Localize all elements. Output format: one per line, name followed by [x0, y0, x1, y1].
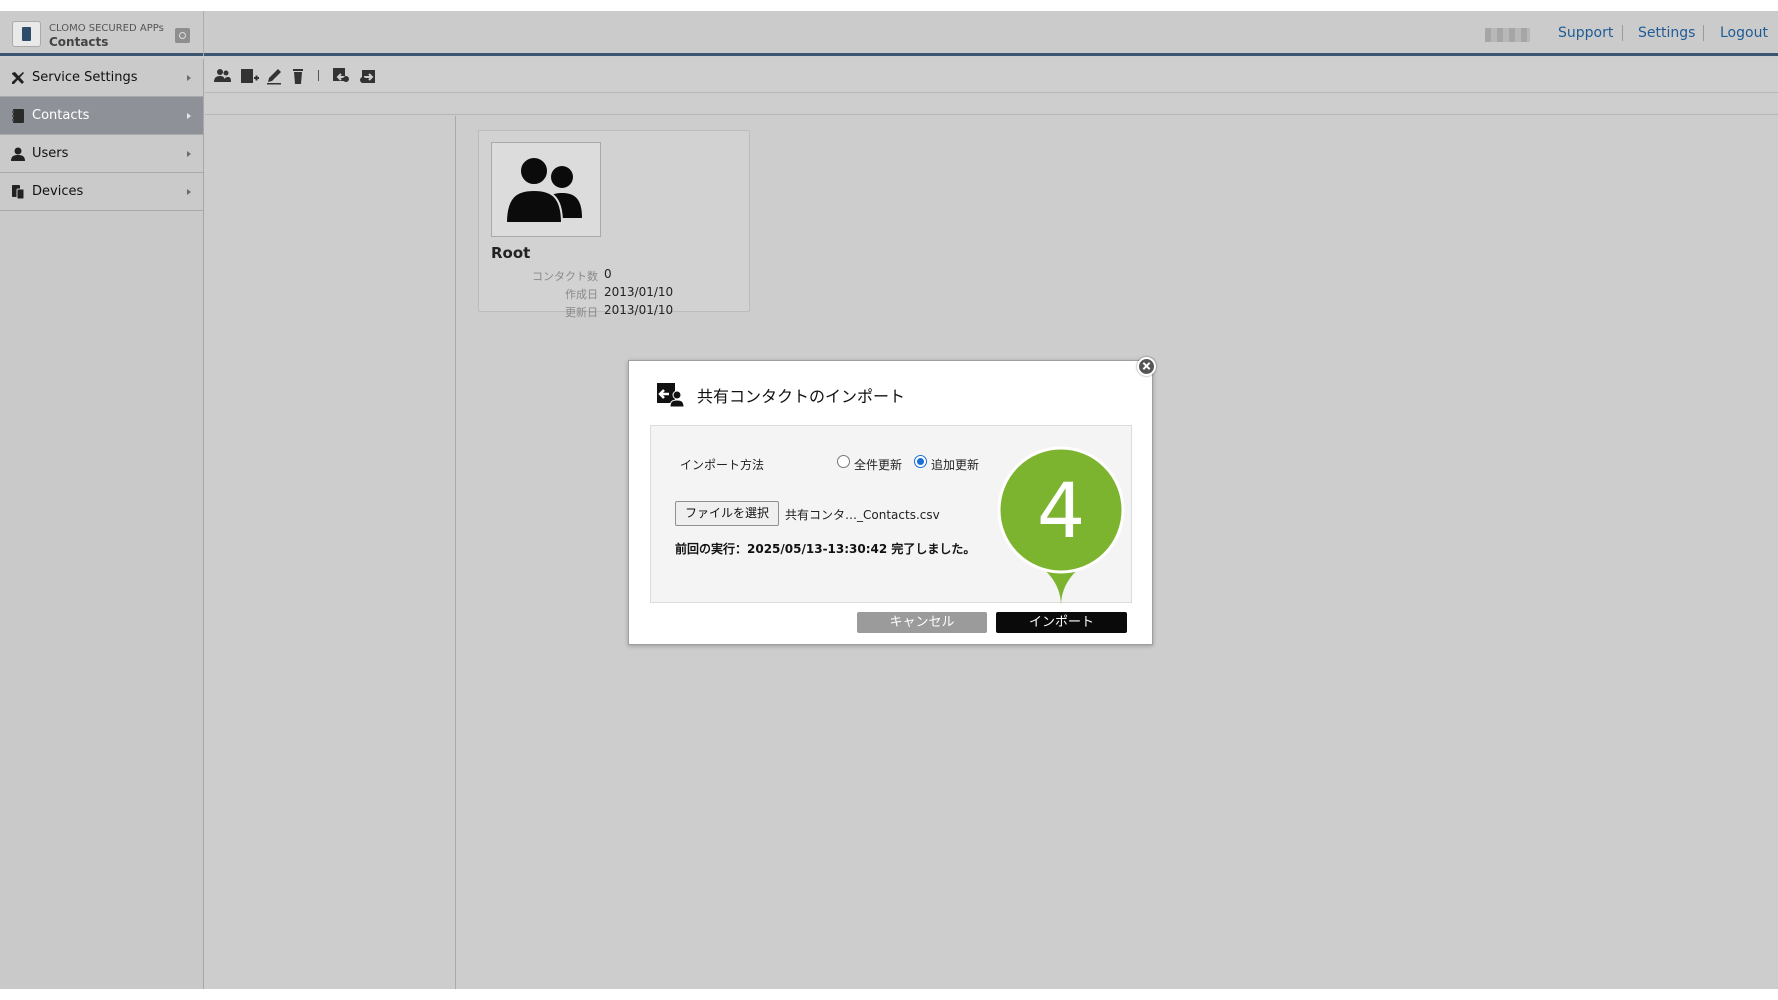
header-divider: [1703, 25, 1704, 41]
step-marker-pin: 4: [997, 446, 1125, 606]
user-name-redacted: [1485, 28, 1530, 42]
logout-link[interactable]: Logout: [1720, 25, 1768, 41]
radio-full-update[interactable]: [837, 455, 850, 468]
radio-append-update-label[interactable]: 追加更新: [931, 456, 979, 473]
delete-icon[interactable]: [289, 67, 309, 85]
import-button[interactable]: インポート: [996, 612, 1127, 633]
import-dialog: 共有コンタクトのインポート インポート方法 全件更新 追加更新 ファイルを選択 …: [628, 357, 1156, 645]
group-thumbnail: [491, 142, 601, 237]
close-icon[interactable]: [1137, 357, 1156, 376]
import-icon[interactable]: [331, 67, 351, 85]
contacts-book-icon: [12, 109, 24, 123]
sidebar-item-users[interactable]: Users: [0, 135, 203, 173]
selected-file-name: 共有コンタ…_Contacts.csv: [785, 508, 940, 522]
devices-icon: [12, 185, 25, 200]
sidebar: Service Settings Contacts Users Devices: [0, 59, 204, 989]
sub-toolbar: [205, 94, 1778, 115]
chevron-right-icon: [187, 189, 191, 195]
user-icon: [11, 147, 25, 161]
import-method-label: インポート方法: [680, 458, 765, 472]
updated-date-label: 更新日: [565, 306, 598, 319]
updated-date-value: 2013/01/10: [604, 303, 674, 317]
add-contact-icon[interactable]: [239, 67, 259, 85]
contact-count-value: 0: [604, 267, 612, 281]
support-link[interactable]: Support: [1558, 25, 1613, 41]
group-card-root[interactable]: Root コンタクト数 0 作成日 2013/01/10 更新日 2013/01…: [478, 130, 750, 319]
edit-icon[interactable]: [265, 67, 285, 85]
toolbar-divider: [318, 70, 319, 81]
tools-icon: [12, 72, 24, 84]
import-form-panel: インポート方法 全件更新 追加更新 ファイルを選択 共有コンタ…_Contact…: [650, 425, 1132, 606]
sidebar-item-label: Users: [32, 146, 69, 161]
sidebar-item-contacts[interactable]: Contacts: [0, 97, 203, 135]
header-divider: [1622, 25, 1623, 41]
sidebar-item-label: Service Settings: [32, 70, 138, 85]
group-people-icon: [504, 156, 582, 224]
export-icon[interactable]: [358, 67, 378, 85]
radio-append-update[interactable]: [914, 455, 927, 468]
step-number: 4: [1037, 466, 1085, 555]
last-run-status: 前回の実行：2025/05/13-13:30:42 完了しました。: [675, 542, 976, 556]
app-window: CLOMO SECURED APPs Contacts Support Sett…: [0, 11, 1778, 989]
group-name: Root: [491, 244, 531, 262]
sidebar-item-label: Devices: [32, 184, 84, 199]
contact-import-icon: [657, 383, 685, 407]
add-group-icon[interactable]: [213, 67, 233, 85]
sidebar-item-devices[interactable]: Devices: [0, 173, 203, 211]
dialog-title: 共有コンタクトのインポート: [697, 387, 906, 406]
toolbar: [205, 59, 1778, 93]
chevron-right-icon: [187, 75, 191, 81]
brand-area: CLOMO SECURED APPs Contacts: [0, 11, 204, 56]
contact-count-label: コンタクト数: [532, 270, 598, 283]
group-tree-pane: [205, 116, 456, 989]
chevron-right-icon: [187, 113, 191, 119]
header-bar: CLOMO SECURED APPs Contacts Support Sett…: [0, 11, 1778, 56]
sidebar-item-service-settings[interactable]: Service Settings: [0, 59, 203, 97]
app-logo-icon: [12, 21, 41, 47]
sidebar-item-label: Contacts: [32, 108, 90, 123]
brand-app-name: Contacts: [49, 35, 109, 49]
radio-full-update-label[interactable]: 全件更新: [854, 456, 902, 473]
chevron-right-icon: [187, 151, 191, 157]
app-switch-icon[interactable]: [175, 28, 190, 43]
cancel-button[interactable]: キャンセル: [857, 612, 987, 633]
created-date-value: 2013/01/10: [604, 285, 674, 299]
settings-link[interactable]: Settings: [1638, 25, 1695, 41]
choose-file-button[interactable]: ファイルを選択: [675, 501, 779, 526]
created-date-label: 作成日: [565, 288, 598, 301]
brand-vendor: CLOMO SECURED APPs: [49, 23, 164, 34]
